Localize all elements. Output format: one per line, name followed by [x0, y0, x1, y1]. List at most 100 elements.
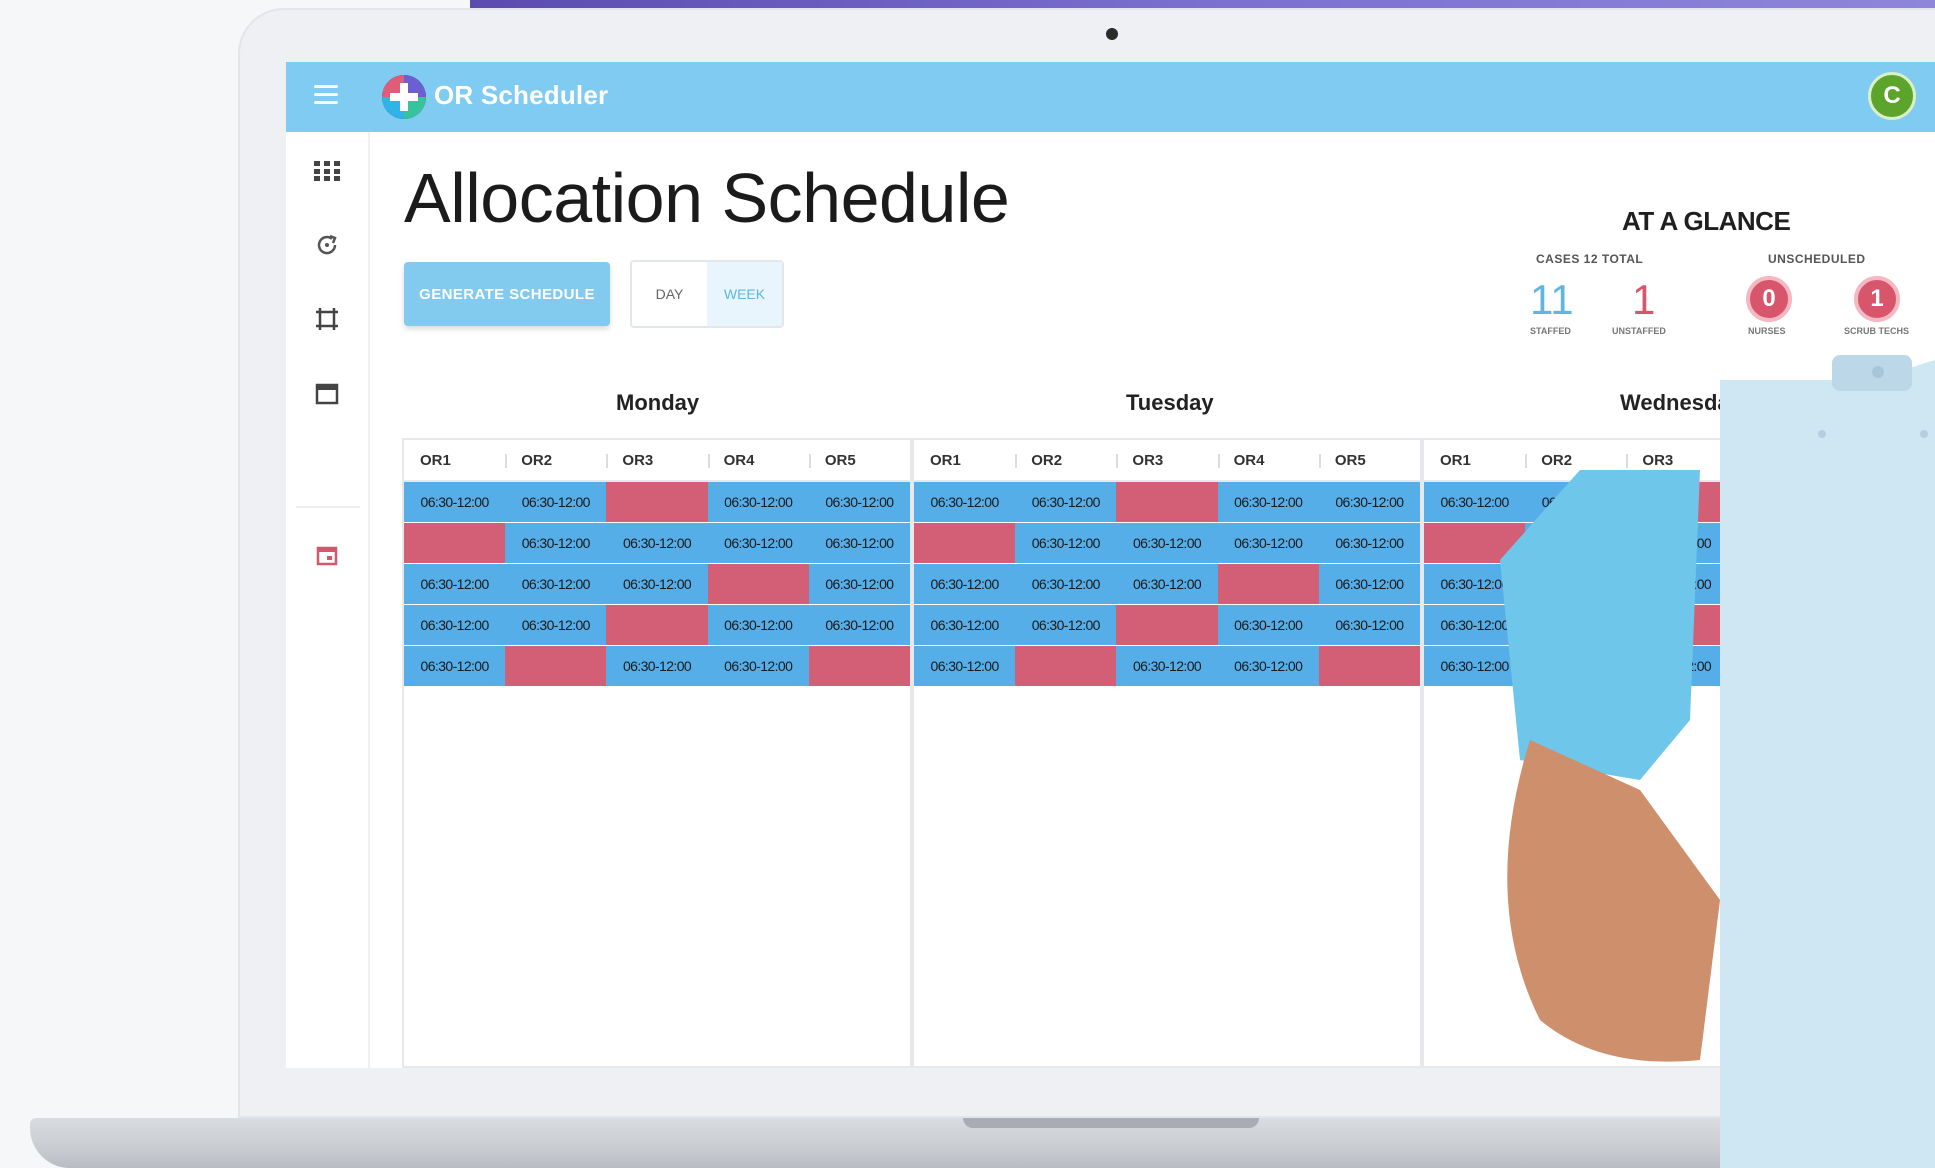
unallocated-slot[interactable] [1626, 482, 1728, 522]
allocation-slot[interactable]: 06:30-12:00 [1727, 646, 1829, 686]
allocation-slot[interactable]: 06:30-12:00 [606, 564, 708, 604]
allocation-slot[interactable]: 06:30-12:00 [606, 523, 708, 563]
allocation-slot[interactable]: 06:30-12:00 [1727, 482, 1829, 522]
allocation-slot[interactable]: 06:30-12:00 [707, 646, 809, 686]
allocation-slot[interactable]: 06:30-12:00 [1318, 564, 1421, 604]
crop-icon[interactable] [310, 302, 344, 336]
allocation-slot[interactable]: 06:30-12:00 [1828, 482, 1931, 522]
allocation-slot[interactable]: 06:30-12:00 [1828, 523, 1931, 563]
allocation-slot[interactable]: 06:30-12:00 [707, 482, 809, 522]
allocation-slot[interactable]: 06:30-12:00 [404, 605, 506, 645]
allocation-slot[interactable]: 06:30-12:00 [1015, 564, 1117, 604]
unallocated-slot[interactable] [914, 523, 1016, 563]
allocation-slot[interactable]: 06:30-12:00 [1626, 564, 1728, 604]
allocation-slot[interactable]: 06:30-12:00 [505, 482, 607, 522]
calendar-event-icon[interactable] [310, 538, 344, 572]
allocation-slot[interactable]: 06:30-12:00 [1015, 605, 1117, 645]
allocation-slot[interactable]: 06:30-12:00 [1727, 523, 1829, 563]
unallocated-slot[interactable] [1525, 646, 1627, 686]
allocation-slot[interactable]: 06:30-12:00 [404, 482, 506, 522]
allocation-slot[interactable]: 06:30-12:00 [1318, 605, 1421, 645]
unallocated-slot[interactable] [1828, 646, 1931, 686]
allocation-slot[interactable]: 06:30-12:00 [404, 564, 506, 604]
allocation-slot[interactable]: 06:30-12:00 [1626, 523, 1728, 563]
room-header: OR5 [808, 440, 910, 480]
allocation-slot[interactable]: 06:30-12:00 [1525, 523, 1627, 563]
allocation-slot[interactable]: 06:30-12:00 [1015, 523, 1117, 563]
allocation-slot[interactable]: 06:30-12:00 [1318, 523, 1421, 563]
day-title-monday: Monday [616, 390, 700, 415]
unallocated-slot[interactable] [808, 646, 911, 686]
room-header: OR4 [1217, 440, 1319, 480]
schedule-row: 06:30-12:00 06:30-12:00 06:30-12:00 [404, 646, 911, 687]
allocation-slot[interactable]: 06:30-12:00 [914, 482, 1016, 522]
unallocated-slot[interactable] [1318, 646, 1421, 686]
room-header: OR3 [1116, 440, 1217, 480]
room-header: OR2 [1525, 440, 1626, 480]
allocation-slot[interactable]: 06:30-12:00 [1424, 605, 1526, 645]
day-view-button[interactable]: DAY [632, 262, 707, 326]
allocation-slot[interactable]: 06:30-12:00 [1424, 646, 1526, 686]
allocation-slot[interactable]: 06:30-12:00 [606, 646, 708, 686]
room-header: OR5 [1828, 440, 1930, 480]
allocation-slot[interactable]: 06:30-12:00 [1525, 605, 1627, 645]
unallocated-slot[interactable] [1015, 646, 1117, 686]
allocation-slot[interactable]: 06:30-12:00 [914, 564, 1016, 604]
unallocated-slot[interactable] [1727, 564, 1829, 604]
allocation-slot[interactable]: 06:30-12:00 [1525, 482, 1627, 522]
allocation-slot[interactable]: 06:30-12:00 [1116, 646, 1218, 686]
allocation-slot[interactable]: 06:30-12:00 [1626, 646, 1728, 686]
allocation-slot[interactable]: 06:30-12:00 [505, 564, 607, 604]
unallocated-slot[interactable] [404, 523, 506, 563]
allocation-slot[interactable]: 06:30-12:00 [1116, 564, 1218, 604]
generate-schedule-button[interactable]: GENERATE SCHEDULE [404, 262, 610, 326]
allocation-slot[interactable]: 06:30-12:00 [505, 523, 607, 563]
schedule-row: 06:30-12:00 06:30-12:00 06:30-12:00 06:30-1… [914, 564, 1421, 605]
allocation-slot[interactable]: 06:30-12:00 [808, 523, 911, 563]
allocation-slot[interactable]: 06:30-12:00 [914, 646, 1016, 686]
allocation-slot[interactable]: 06:30-12:00 [707, 605, 809, 645]
allocation-slot[interactable]: 06:30-12:00 [707, 523, 809, 563]
allocation-slot[interactable]: 06:30-12:00 [808, 482, 911, 522]
week-view-button[interactable]: WEEK [707, 262, 782, 326]
apps-grid-icon[interactable] [310, 154, 344, 188]
allocation-slot[interactable]: 06:30-12:00 [1525, 564, 1627, 604]
sidebar [286, 132, 370, 1068]
allocation-slot[interactable]: 06:30-12:00 [1217, 646, 1319, 686]
allocation-slot[interactable]: 06:30-12:00 [1424, 564, 1526, 604]
allocation-slot[interactable]: 06:30-12:00 [808, 564, 911, 604]
allocation-slot[interactable]: 06:30-12:00 [404, 646, 506, 686]
app-logo-icon [382, 75, 426, 119]
allocation-slot[interactable]: 06:30-12:00 [1727, 605, 1829, 645]
allocation-slot[interactable]: 06:30-12:00 [1828, 564, 1931, 604]
calendar-icon[interactable] [310, 376, 344, 410]
allocation-slot[interactable]: 06:30-12:00 [1217, 523, 1319, 563]
hamburger-menu-icon[interactable] [314, 85, 338, 105]
schedule-row: 06:30-12:00 06:30-12:00 06:30-12:00 06:30-1… [1424, 482, 1931, 523]
allocation-slot[interactable]: 06:30-12:00 [1828, 605, 1931, 645]
user-avatar[interactable]: C [1868, 72, 1916, 120]
unallocated-slot[interactable] [606, 482, 708, 522]
unallocated-slot[interactable] [1116, 482, 1218, 522]
allocation-slot[interactable]: 06:30-12:00 [1116, 523, 1218, 563]
unallocated-slot[interactable] [1424, 523, 1526, 563]
allocation-slot[interactable]: 06:30-12:00 [1015, 482, 1117, 522]
allocation-slot[interactable]: 06:30-12:00 [505, 605, 607, 645]
allocation-slot[interactable]: 06:30-12:00 [1217, 482, 1319, 522]
unallocated-slot[interactable] [1116, 605, 1218, 645]
allocation-slot[interactable]: 06:30-12:00 [808, 605, 911, 645]
allocation-slot[interactable]: 06:30-12:00 [1424, 482, 1526, 522]
allocation-slot[interactable]: 06:30-12:00 [914, 605, 1016, 645]
unallocated-slot[interactable] [1626, 605, 1728, 645]
refresh-icon[interactable] [310, 228, 344, 262]
schedule-row: 06:30-12:00 06:30-12:00 06:30-12:00 06:30-1… [914, 482, 1421, 523]
room-header: OR5 [1318, 440, 1420, 480]
unallocated-slot[interactable] [606, 605, 708, 645]
allocation-slot[interactable]: 06:30-12:00 [1217, 605, 1319, 645]
allocation-slot[interactable]: 06:30-12:00 [1318, 482, 1421, 522]
unallocated-slot[interactable] [1217, 564, 1319, 604]
at-a-glance-title: AT A GLANCE [1622, 206, 1791, 236]
support-icon[interactable] [310, 1060, 344, 1068]
unallocated-slot[interactable] [707, 564, 809, 604]
unallocated-slot[interactable] [505, 646, 607, 686]
